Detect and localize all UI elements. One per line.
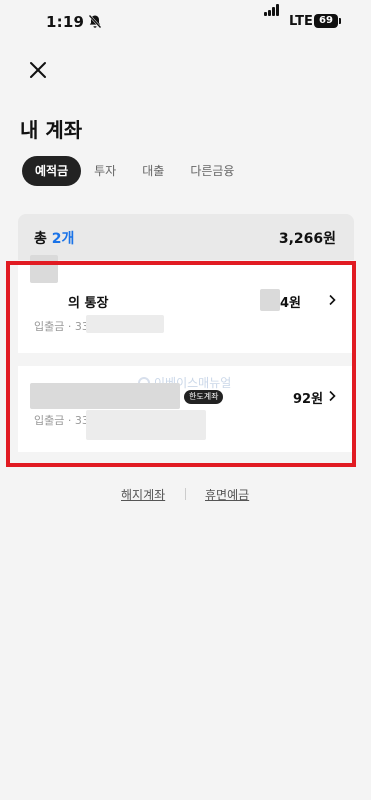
tab-savings[interactable]: 예적금 — [22, 156, 82, 186]
dormant-deposits-link[interactable]: 휴면예금 — [205, 486, 249, 503]
account-summary: 총 2개 3,266원 — [18, 214, 354, 260]
bell-off-icon — [88, 14, 102, 29]
status-bar: 1:19 LTE 69 — [0, 0, 371, 44]
close-button[interactable] — [26, 58, 50, 82]
closed-accounts-link[interactable]: 해지계좌 — [121, 486, 165, 503]
tab-loan[interactable]: 대출 — [129, 156, 177, 186]
footer-links: 해지계좌 휴면예금 — [0, 486, 371, 506]
summary-count: 총 2개 — [34, 228, 74, 248]
summary-count-value: 2개 — [51, 231, 75, 247]
status-time: 1:19 — [46, 13, 85, 31]
summary-label-prefix: 총 — [34, 231, 47, 247]
category-tabs: 예적금 투자 대출 다른금융 — [22, 156, 247, 186]
network-type: LTE — [289, 14, 313, 29]
summary-total-amount: 3,266원 — [278, 231, 336, 247]
highlight-annotation — [6, 261, 356, 467]
page-title: 내 계좌 — [20, 118, 83, 142]
battery-icon: 69 — [314, 14, 341, 28]
tab-investment[interactable]: 투자 — [81, 156, 129, 186]
footer-divider — [185, 488, 186, 500]
tab-other-finance[interactable]: 다른금융 — [177, 156, 247, 186]
